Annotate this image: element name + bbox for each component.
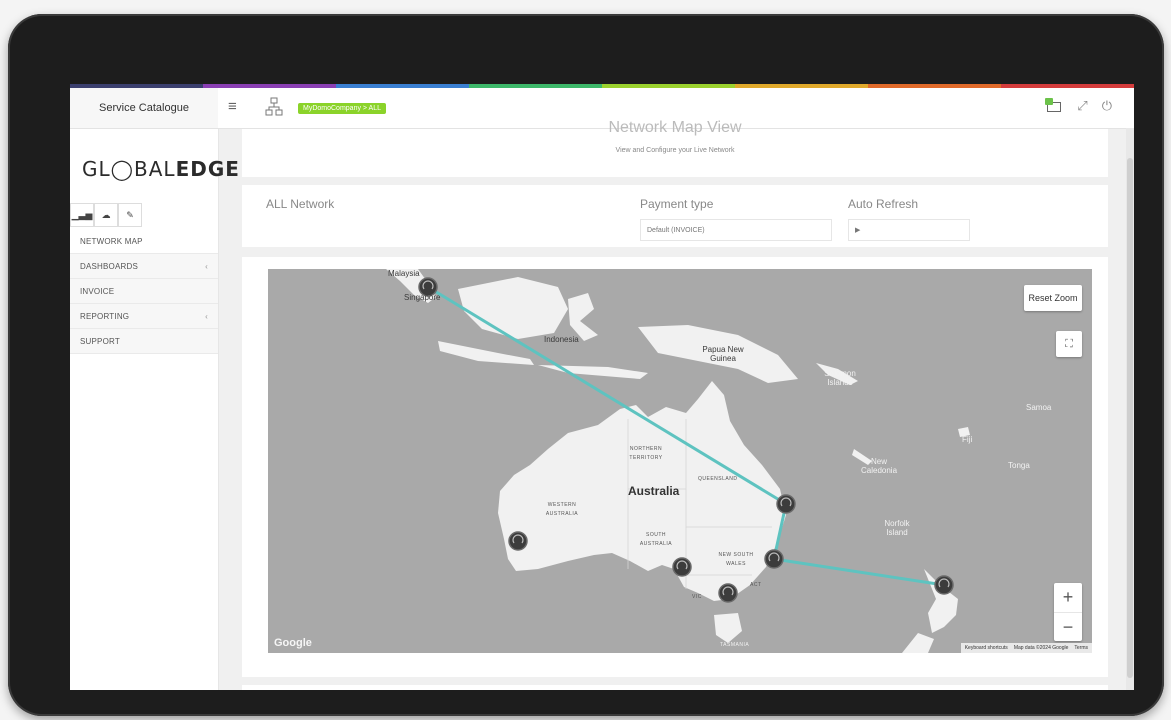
network-map[interactable]: Malaysia Singapore Indonesia Papua New G… <box>268 269 1092 653</box>
keyboard-shortcuts-link[interactable]: Keyboard shortcuts <box>965 645 1008 651</box>
land-java <box>438 341 534 365</box>
globaledge-logo: GL◯BALEDGE <box>82 157 240 181</box>
topbar-actions: ⤢ ⏻ <box>1045 98 1112 114</box>
land-sulawesi <box>568 293 598 341</box>
payment-type-label: Payment type <box>640 197 714 211</box>
chevron-left-icon: ‹ <box>205 311 208 321</box>
map-panel: Malaysia Singapore Indonesia Papua New G… <box>242 257 1108 677</box>
auto-refresh-label: Auto Refresh <box>848 197 919 211</box>
fullscreen-expand-icon[interactable]: ⤢ <box>1077 98 1087 114</box>
cloud-icon[interactable]: ☁ <box>94 203 118 227</box>
route-sydney-auckland[interactable] <box>773 557 945 587</box>
hamburger-menu-icon[interactable]: ≡ <box>228 98 237 115</box>
bar-chart-icon[interactable]: ▁▃▅ <box>70 203 94 227</box>
sidebar-item-network-map[interactable]: NETWORK MAP <box>70 229 218 254</box>
zoom-in-button[interactable]: + <box>1054 583 1082 613</box>
map-label-act: ACT <box>750 582 762 588</box>
map-label-western-australia: WESTERN AUSTRALIA <box>545 502 579 517</box>
map-label-norfolk-island: Norfolk Island <box>884 519 910 537</box>
map-label-samoa: Samoa <box>1026 403 1052 412</box>
auto-refresh-play-button[interactable]: ▶ <box>848 219 970 241</box>
network-label: ALL Network <box>266 197 335 211</box>
bottom-panel <box>242 685 1108 690</box>
terms-link[interactable]: Terms <box>1074 645 1088 651</box>
map-label-new-caledonia: New Caledonia <box>860 457 898 475</box>
sidebar-item-label: DASHBOARDS <box>80 261 139 271</box>
zoom-control: + − <box>1054 583 1082 641</box>
land-borneo <box>458 277 568 339</box>
sidebar-item-invoice[interactable]: INVOICE <box>70 279 218 304</box>
map-label-northern-territory: NORTHERN TERRITORY <box>629 446 663 461</box>
map-label-fiji: Fiji <box>962 435 973 444</box>
sitemap-icon[interactable] <box>265 97 283 117</box>
map-label-papua-new-guinea: Papua New Guinea <box>702 345 744 363</box>
sidebar-item-label: REPORTING <box>80 311 130 321</box>
map-label-queensland: QUEENSLAND <box>698 476 738 482</box>
wrench-icon[interactable]: ✎ <box>118 203 142 227</box>
map-label-solomon-islands: Solomon Islands <box>824 369 856 387</box>
sidebar-item-label: NETWORK MAP <box>80 236 143 246</box>
page-title: Network Map View <box>608 119 742 136</box>
map-label-australia: Australia <box>628 484 680 498</box>
sidebar-tabs: ▁▃▅ ☁ ✎ <box>70 203 142 227</box>
device-frame: Service Catalogue ≡ MyDomoCompany > ALL … <box>8 14 1164 716</box>
map-label-singapore: Singapore <box>404 293 441 302</box>
reset-zoom-button[interactable]: Reset Zoom <box>1024 285 1082 311</box>
sidebar-item-label: SUPPORT <box>80 336 120 346</box>
map-data-credit: Map data ©2024 Google <box>1013 645 1069 651</box>
map-canvas <box>386 269 970 653</box>
company-breadcrumb-badge[interactable]: MyDomoCompany > ALL <box>298 103 387 114</box>
map-label-malaysia: Malaysia <box>388 269 420 278</box>
map-label-tonga: Tonga <box>1008 461 1030 470</box>
map-label-new-south-wales: NEW SOUTH WALES <box>718 552 754 567</box>
sidebar-item-dashboards[interactable]: DASHBOARDS ‹ <box>70 254 218 279</box>
title-panel: Network Map View View and Configure your… <box>242 119 1108 177</box>
map-fullscreen-icon[interactable]: ⛶ <box>1056 331 1082 357</box>
map-attribution: Keyboard shortcuts Map data ©2024 Google… <box>960 643 1092 653</box>
power-icon[interactable]: ⏻ <box>1102 98 1112 114</box>
sidebar: GL◯BALEDGE ▁▃▅ ☁ ✎ NETWORK MAP DASHBOARD… <box>70 129 239 690</box>
sidebar-item-support[interactable]: SUPPORT <box>70 329 218 354</box>
payment-type-select[interactable]: Default (INVOICE) <box>640 219 832 241</box>
chevron-left-icon: ‹ <box>205 261 208 271</box>
page-subtitle: View and Configure your Live Network <box>615 147 735 154</box>
land-new-zealand-south <box>902 633 934 653</box>
sidebar-item-label: INVOICE <box>80 286 115 296</box>
map-label-vic: VIC <box>692 594 702 600</box>
sidebar-menu: NETWORK MAP DASHBOARDS ‹ INVOICE REPORTIN… <box>70 229 218 354</box>
service-catalogue-button[interactable]: Service Catalogue <box>70 88 218 128</box>
main-content: Network Map View View and Configure your… <box>218 119 1134 690</box>
google-logo: Google <box>274 637 312 649</box>
scrollbar-thumb[interactable] <box>1127 158 1133 678</box>
map-label-indonesia: Indonesia <box>544 335 579 344</box>
zoom-out-button[interactable]: − <box>1054 613 1082 642</box>
filter-panel: ALL Network Payment type Default (INVOIC… <box>242 185 1108 247</box>
land-tasmania <box>714 613 742 643</box>
page-scrollbar[interactable] <box>1126 128 1134 690</box>
notifications-mail-icon[interactable] <box>1045 98 1063 113</box>
map-label-tasmania: TASMANIA <box>720 642 750 648</box>
map-label-south-australia: SOUTH AUSTRALIA <box>639 532 673 547</box>
sidebar-item-reporting[interactable]: REPORTING ‹ <box>70 304 218 329</box>
land-lesser-sunda <box>538 365 648 379</box>
app-screen: Service Catalogue ≡ MyDomoCompany > ALL … <box>70 84 1134 690</box>
